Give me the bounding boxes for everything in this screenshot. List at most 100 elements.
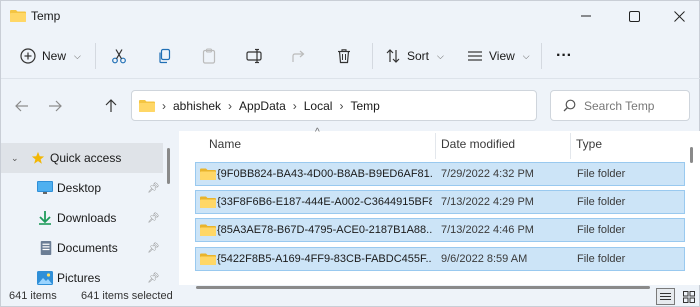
up-button[interactable] xyxy=(99,95,123,117)
paste-button[interactable] xyxy=(201,41,217,71)
nav-label: Pictures xyxy=(57,271,101,285)
table-row[interactable]: {5422F8B5-A169-4FF9-83CB-FABDC455F... 9/… xyxy=(195,247,685,271)
search-placeholder: Search Temp xyxy=(584,98,655,113)
forward-button[interactable] xyxy=(43,95,67,117)
breadcrumb-appdata[interactable]: AppData xyxy=(239,99,286,113)
file-type: File folder xyxy=(577,253,626,265)
file-date: 7/13/2022 4:46 PM xyxy=(441,224,534,236)
copy-icon xyxy=(159,48,171,64)
nav-label: Documents xyxy=(57,241,118,255)
toolbar-divider xyxy=(541,43,542,69)
sort-button[interactable]: Sort ⌵ xyxy=(385,41,444,71)
maximize-icon xyxy=(628,10,640,22)
folder-icon xyxy=(200,253,216,265)
close-icon xyxy=(673,10,685,22)
tiles-view-button[interactable] xyxy=(680,288,697,305)
chevron-down-icon: ⌵ xyxy=(522,50,530,61)
nav-item-quick-access[interactable]: ⌄ Quick access xyxy=(1,143,163,173)
new-label: New xyxy=(42,49,67,63)
rename-icon xyxy=(246,48,262,64)
pictures-icon xyxy=(37,271,53,285)
desktop-icon xyxy=(37,181,53,194)
back-button[interactable] xyxy=(10,95,34,117)
column-header-type[interactable]: Type xyxy=(576,137,602,151)
table-row[interactable]: {33F8F6B6-E187-444E-A002-C3644915BF81} 7… xyxy=(195,190,685,214)
copy-button[interactable] xyxy=(157,41,173,71)
nav-label: Quick access xyxy=(50,151,122,165)
folder-icon xyxy=(10,10,26,22)
navigation-pane: ⌄ Quick access Desktop 📌︎ Downloads 📌︎ D… xyxy=(1,131,176,285)
breadcrumb-abhishek[interactable]: abhishek xyxy=(173,99,221,113)
arrow-left-icon xyxy=(15,100,28,112)
details-view-button[interactable] xyxy=(656,288,675,305)
pin-icon: 📌︎ xyxy=(147,242,160,254)
view-button[interactable]: View ⌵ xyxy=(467,41,530,71)
file-type: File folder xyxy=(577,224,626,236)
column-divider[interactable] xyxy=(570,133,571,159)
nav-scrollbar[interactable] xyxy=(167,148,170,184)
file-list: ^ Name Date modified Type {9F0BB824-BA43… xyxy=(179,127,700,285)
nav-item-desktop[interactable]: Desktop 📌︎ xyxy=(1,173,163,203)
column-divider[interactable] xyxy=(435,133,436,159)
view-label: View xyxy=(489,49,515,63)
breadcrumb-separator: › xyxy=(228,98,233,113)
file-type: File folder xyxy=(577,196,626,208)
arrow-up-icon xyxy=(105,99,117,112)
new-button[interactable]: New ⌵ xyxy=(20,41,81,71)
cut-button[interactable] xyxy=(111,41,127,71)
column-header-name[interactable]: Name xyxy=(209,137,241,151)
paste-icon xyxy=(202,48,216,64)
more-options-button[interactable]: ··· xyxy=(556,41,572,71)
minimize-button[interactable] xyxy=(564,1,608,31)
sort-icon xyxy=(386,49,400,63)
address-bar[interactable]: › abhishek › AppData › Local › Temp xyxy=(131,90,654,121)
column-header-row: ^ Name Date modified Type xyxy=(179,127,684,159)
breadcrumb-local[interactable]: Local xyxy=(304,99,333,113)
tiles-view-icon xyxy=(682,290,695,303)
chevron-down-icon: ⌵ xyxy=(74,50,81,61)
pin-icon: 📌︎ xyxy=(147,182,160,194)
arrow-right-icon xyxy=(49,100,62,112)
nav-item-downloads[interactable]: Downloads 📌︎ xyxy=(1,203,163,233)
breadcrumb-separator: › xyxy=(162,98,166,113)
nav-label: Downloads xyxy=(57,211,117,225)
scissors-icon xyxy=(112,49,126,64)
trash-icon xyxy=(338,49,350,64)
chevron-down-icon: ⌵ xyxy=(437,50,444,61)
maximize-button[interactable] xyxy=(612,1,656,31)
download-icon xyxy=(39,211,51,225)
selected-count: 641 items selected xyxy=(81,290,173,302)
file-date: 7/29/2022 4:32 PM xyxy=(441,168,534,180)
breadcrumb-separator: › xyxy=(292,98,297,113)
table-row[interactable]: {85A3AE78-B67D-4795-ACE0-2187B1A88... 7/… xyxy=(195,218,685,242)
file-date: 7/13/2022 4:29 PM xyxy=(441,196,534,208)
toolbar-divider xyxy=(372,43,373,69)
minimize-icon xyxy=(581,15,591,17)
share-button[interactable] xyxy=(291,41,307,71)
title-bar: Temp xyxy=(1,1,700,33)
table-row[interactable]: {9F0BB824-BA43-4D00-B8AB-B9ED6AF81... 7/… xyxy=(195,162,685,186)
column-header-date[interactable]: Date modified xyxy=(441,137,515,151)
close-button[interactable] xyxy=(657,1,700,31)
documents-icon xyxy=(40,241,52,255)
details-view-icon xyxy=(660,292,671,300)
breadcrumb-temp[interactable]: Temp xyxy=(350,99,379,113)
plus-circle-icon xyxy=(20,48,36,64)
pin-icon: 📌︎ xyxy=(147,212,160,224)
chevron-down-icon[interactable]: ⌄ xyxy=(11,153,19,164)
nav-item-documents[interactable]: Documents 📌︎ xyxy=(1,233,163,263)
folder-icon xyxy=(139,100,155,112)
file-name: {9F0BB824-BA43-4D00-B8AB-B9ED6AF81... xyxy=(217,168,432,180)
item-count: 641 items xyxy=(9,290,57,302)
rename-button[interactable] xyxy=(246,41,264,71)
file-name: {5422F8B5-A169-4FF9-83CB-FABDC455F... xyxy=(217,253,432,265)
horizontal-scrollbar[interactable] xyxy=(196,286,650,289)
vertical-scrollbar[interactable] xyxy=(690,147,693,163)
more-icon: ··· xyxy=(556,47,572,64)
folder-icon xyxy=(200,168,216,180)
star-icon xyxy=(31,151,45,164)
folder-icon xyxy=(200,196,216,208)
search-input[interactable]: Search Temp xyxy=(550,90,690,121)
delete-button[interactable] xyxy=(336,41,352,71)
share-icon xyxy=(292,50,305,62)
